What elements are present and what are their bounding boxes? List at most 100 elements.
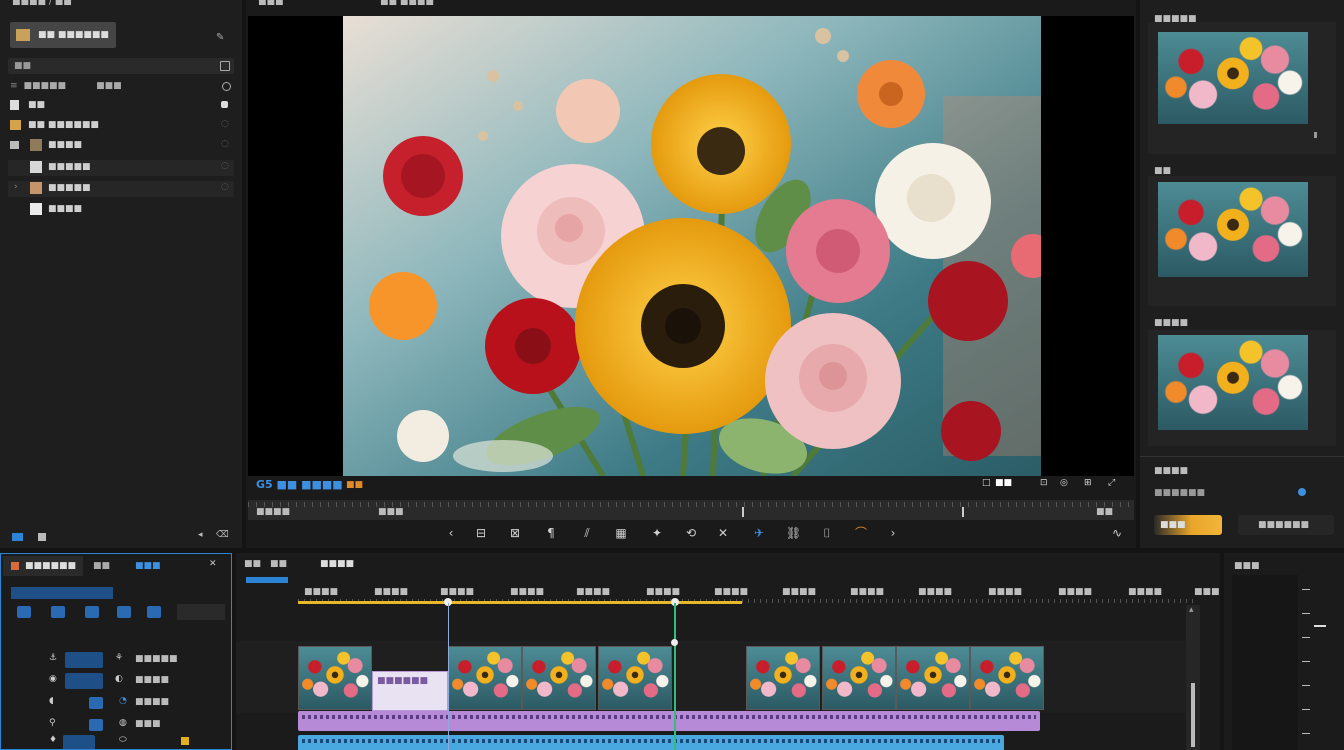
tab-3[interactable]: ■■■ — [135, 561, 161, 571]
viewer-label-icon[interactable]: ■■ — [346, 480, 363, 490]
track-tool-icon[interactable] — [51, 606, 65, 618]
preview-image — [343, 16, 1041, 476]
fit-icon[interactable]: ⊡ — [1040, 478, 1048, 488]
mark-in-icon[interactable]: ⊟ — [474, 526, 488, 540]
text-icon[interactable]: ¶ — [544, 526, 558, 540]
delete-icon[interactable]: ⌫ — [216, 530, 229, 540]
video-clip[interactable] — [746, 646, 820, 710]
list-item[interactable]: ■■■■ ◌ — [8, 139, 234, 153]
snap-icon[interactable]: ⌒ — [854, 526, 868, 540]
track-target[interactable] — [89, 697, 103, 709]
marker-icon[interactable]: ✦ — [650, 526, 664, 540]
grid-icon[interactable]: ▦ — [614, 526, 628, 540]
card-label: ■■ — [1154, 166, 1172, 176]
trim-icon[interactable]: ⌷ — [820, 526, 834, 540]
search-filter-icon[interactable] — [220, 61, 230, 71]
track-row[interactable]: ⚓ ⚘ ■■■■■ — [49, 651, 229, 669]
apply-button[interactable]: ■■■ — [1154, 515, 1222, 535]
select-icon[interactable]: ✈ — [752, 526, 766, 540]
video-clip[interactable] — [522, 646, 596, 710]
list-view-icon[interactable] — [12, 533, 23, 541]
title-clip[interactable]: ■■■■■■ — [372, 671, 448, 711]
chevron-right-icon[interactable]: › — [886, 526, 900, 540]
column-type[interactable]: ■■■ — [96, 81, 122, 91]
waveform-icon[interactable]: ∿ — [1110, 526, 1124, 540]
solo-icon[interactable]: ♦ — [49, 735, 57, 745]
track-tool-icon[interactable] — [117, 606, 131, 618]
grid-view-icon[interactable] — [38, 533, 46, 541]
video-clip[interactable] — [598, 646, 672, 710]
column-name[interactable]: ■■■■■ — [24, 81, 67, 91]
reset-button[interactable]: ■■■■■■ — [1238, 515, 1334, 535]
audio-icon[interactable]: ◎ — [1060, 478, 1068, 488]
clip-icon[interactable]: ⊠ — [508, 526, 522, 540]
track-row[interactable]: ◖ ◔ ■■■■ — [49, 694, 229, 712]
track-tool-icon[interactable] — [147, 606, 161, 618]
effects-field[interactable] — [177, 604, 225, 620]
track-row[interactable]: ⚲ ◍ ■■■ — [49, 716, 229, 734]
audio-track-purple[interactable] — [298, 711, 1040, 731]
eye-icon[interactable]: ◉ — [49, 674, 57, 684]
scroll-thumb[interactable] — [1191, 683, 1195, 747]
playhead-handle[interactable] — [671, 639, 678, 646]
audio-icon[interactable]: ◖ — [49, 696, 54, 706]
scrubber[interactable]: ■■■■ ■■■ ■■ — [248, 500, 1134, 520]
zoom-out-icon[interactable]: ◂ — [198, 530, 203, 540]
thumbnail-card[interactable] — [1148, 22, 1336, 154]
settings-icon[interactable] — [222, 82, 231, 91]
playhead[interactable] — [674, 603, 676, 750]
more-icon[interactable] — [1314, 132, 1317, 138]
close-icon[interactable]: ✕ — [209, 559, 217, 569]
safe-area-icon[interactable]: ⊞ — [1084, 478, 1092, 488]
timeline-tool-1[interactable]: ■■ — [244, 559, 261, 569]
track-row[interactable]: ◉ ◐ ■■■■ — [49, 672, 229, 690]
video-clip[interactable] — [298, 646, 372, 710]
track-tool-icon[interactable] — [17, 606, 31, 618]
lock-icon[interactable]: ⚓ — [49, 653, 57, 663]
info-icon[interactable] — [1298, 488, 1306, 496]
chevron-left-icon[interactable]: ‹ — [444, 526, 458, 540]
track-row-final[interactable]: ♦ ⬭ — [49, 734, 229, 749]
in-marker[interactable] — [742, 507, 744, 517]
track-target[interactable] — [89, 719, 103, 731]
list-item[interactable]: › ■■■■■ ◌ — [8, 181, 234, 197]
search-input[interactable]: ■■ — [8, 58, 234, 74]
list-item[interactable]: ■■ — [8, 99, 234, 113]
video-clip[interactable] — [896, 646, 970, 710]
color-swatch-icon[interactable] — [181, 737, 189, 745]
viewer-canvas[interactable] — [248, 16, 1134, 476]
track-tool-icon[interactable] — [85, 606, 99, 618]
video-clip[interactable] — [970, 646, 1044, 710]
blade-icon[interactable]: ✕ — [716, 526, 730, 540]
track-target[interactable] — [65, 673, 103, 689]
tab-effects[interactable]: ■■■■■■ — [3, 556, 83, 576]
thumbnail-card[interactable] — [1148, 330, 1336, 446]
link-icon[interactable]: ⛓ — [786, 526, 801, 540]
video-clip[interactable] — [822, 646, 896, 710]
tab-2[interactable]: ■■ — [93, 561, 110, 571]
search-placeholder: ■■ — [14, 61, 32, 71]
meter-slider[interactable] — [1314, 625, 1326, 627]
thumbnail-card[interactable] — [1148, 176, 1336, 306]
bin-chip[interactable]: ■■ ■■■■■■ — [10, 22, 116, 48]
scroll-up-icon[interactable]: ▴ — [1189, 605, 1194, 615]
video-clip[interactable] — [448, 646, 522, 710]
list-item[interactable]: ■■■■ — [8, 202, 234, 218]
frame-counter-icon[interactable]: □ — [982, 478, 991, 488]
ripple-icon[interactable]: ⟲ — [684, 526, 698, 540]
list-item[interactable]: ■■■■■ ◌ — [8, 160, 234, 176]
timeline-tool-2[interactable]: ■■ — [270, 559, 287, 569]
timeline-active-tab[interactable] — [246, 577, 288, 583]
effects-panel: ■■■■■■ ■■ ■■■ ✕ ⚓ ⚘ ■■■■■ ◉ ◐ ■■■■ ◖ ◔ ■… — [0, 553, 232, 750]
audio-track-blue[interactable] — [298, 735, 1004, 750]
pin-icon[interactable]: ✎ — [216, 32, 224, 43]
mute-icon[interactable]: ⚲ — [49, 718, 56, 728]
out-marker[interactable] — [962, 507, 964, 517]
expand-icon[interactable]: › — [14, 182, 18, 192]
expand-icon[interactable]: ⤢ — [1108, 478, 1115, 488]
timeline-scrollbar[interactable]: ▴ — [1186, 605, 1200, 750]
track-target[interactable] — [65, 652, 103, 668]
split-icon[interactable]: ⫽ — [580, 526, 594, 540]
track-target[interactable] — [63, 735, 95, 749]
list-item[interactable]: ■■ ■■■■■■ ◌ — [8, 119, 234, 133]
